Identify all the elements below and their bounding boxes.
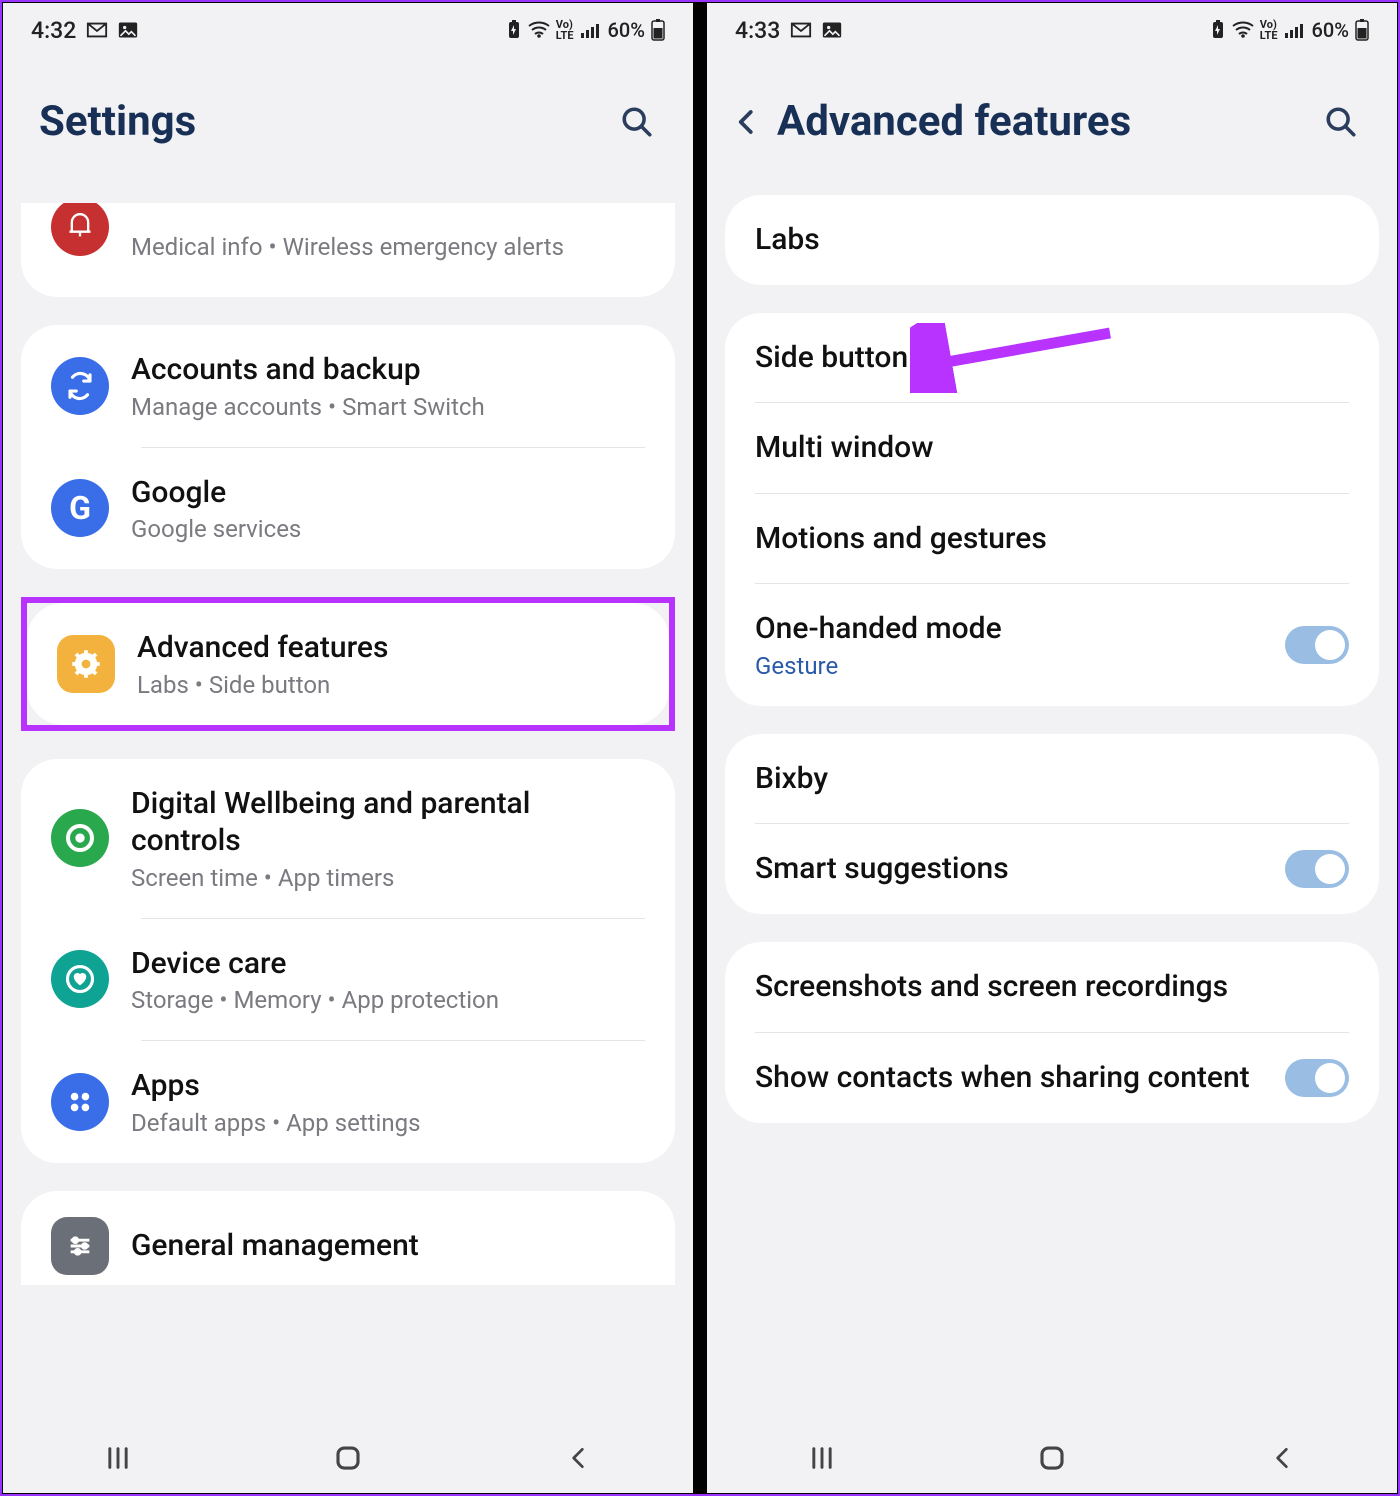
settings-item-digital-wellbeing[interactable]: Digital Wellbeing and parental controls …	[21, 759, 675, 918]
adv-item-side-button[interactable]: Side button	[725, 313, 1379, 403]
phone-right: 4:33 Vo)LTE 60%	[706, 2, 1398, 1494]
settings-card-general-partial[interactable]: General management	[21, 1191, 675, 1285]
picture-icon	[822, 21, 842, 39]
adv-card-labs: Labs	[725, 195, 1379, 285]
picture-icon	[118, 21, 138, 39]
adv-item-title: Screenshots and screen recordings	[755, 968, 1349, 1006]
gmail-icon	[86, 21, 108, 39]
adv-item-motions-gestures[interactable]: Motions and gestures	[725, 494, 1379, 584]
search-button[interactable]	[1321, 102, 1361, 142]
settings-item-title: Device care	[131, 945, 645, 983]
battery-icon	[1355, 19, 1369, 41]
nav-back[interactable]	[508, 1444, 648, 1472]
wifi-icon	[1232, 21, 1254, 39]
search-button[interactable]	[617, 102, 657, 142]
adv-item-subtitle: Gesture	[755, 652, 1263, 680]
settings-item-google[interactable]: G Google Google services	[21, 448, 675, 570]
settings-card-safety-partial[interactable]: Medical info • Wireless emergency alerts	[21, 203, 675, 297]
annotation-highlight: Advanced features Labs • Side button	[21, 597, 675, 731]
google-icon: G	[51, 479, 109, 537]
settings-item-subtitle: Labs • Side button	[137, 671, 639, 699]
settings-item-subtitle: Default apps • App settings	[131, 1109, 645, 1137]
battery-percent: 60%	[1312, 18, 1349, 42]
titlebar: Advanced features	[707, 57, 1397, 188]
settings-item-advanced-features[interactable]: Advanced features Labs • Side button	[27, 603, 669, 725]
safety-icon	[51, 203, 109, 256]
navbar	[707, 1423, 1397, 1493]
adv-card-screenshots: Screenshots and screen recordings Show c…	[725, 942, 1379, 1123]
settings-item-title: Accounts and backup	[131, 351, 645, 389]
settings-item-title: General management	[131, 1227, 645, 1265]
nav-back[interactable]	[1212, 1444, 1352, 1472]
wifi-icon	[528, 21, 550, 39]
nav-recents[interactable]	[752, 1444, 892, 1472]
page-title: Advanced features	[777, 97, 1321, 146]
settings-item-apps[interactable]: Apps Default apps • App settings	[21, 1041, 675, 1163]
settings-item-subtitle: Screen time • App timers	[131, 864, 645, 892]
adv-item-title: Multi window	[755, 429, 1349, 467]
status-bar: 4:33 Vo)LTE 60%	[707, 3, 1397, 57]
sliders-icon	[51, 1217, 109, 1275]
adv-item-title: One-handed mode	[755, 610, 1263, 648]
gmail-icon	[790, 21, 812, 39]
nav-home[interactable]	[278, 1443, 418, 1473]
sync-icon	[51, 357, 109, 415]
settings-item-device-care[interactable]: Device care Storage • Memory • App prote…	[21, 919, 675, 1041]
apps-grid-icon	[51, 1073, 109, 1131]
nav-home[interactable]	[982, 1443, 1122, 1473]
adv-item-bixby[interactable]: Bixby	[725, 734, 1379, 824]
volte-icon: Vo)LTE	[556, 19, 574, 41]
adv-item-title: Side button	[755, 339, 1349, 377]
settings-item-subtitle: Storage • Memory • App protection	[131, 986, 645, 1014]
status-bar: 4:32 Vo)LTE 60%	[3, 3, 693, 57]
settings-item-title: Digital Wellbeing and parental controls	[131, 785, 645, 860]
settings-item-title: Apps	[131, 1067, 645, 1105]
titlebar: Settings	[3, 57, 693, 188]
navbar	[3, 1423, 693, 1493]
battery-icon	[651, 19, 665, 41]
toggle-one-handed[interactable]	[1285, 626, 1349, 664]
status-time: 4:32	[31, 17, 76, 44]
target-dot-icon	[51, 809, 109, 867]
adv-card-bixby: Bixby Smart suggestions	[725, 734, 1379, 915]
settings-item-subtitle: Manage accounts • Smart Switch	[131, 393, 645, 421]
adv-item-screenshots-recordings[interactable]: Screenshots and screen recordings	[725, 942, 1379, 1032]
settings-card-device: Digital Wellbeing and parental controls …	[21, 759, 675, 1163]
adv-card-interaction: Side button Multi window Motions and ges…	[725, 313, 1379, 706]
adv-item-title: Labs	[755, 221, 1349, 259]
status-time: 4:33	[735, 17, 780, 44]
settings-card-accounts: Accounts and backup Manage accounts • Sm…	[21, 325, 675, 569]
toggle-show-contacts[interactable]	[1285, 1059, 1349, 1097]
adv-item-title: Motions and gestures	[755, 520, 1349, 558]
battery-saver-icon	[506, 20, 522, 40]
settings-item-title: Google	[131, 474, 645, 512]
adv-item-smart-suggestions[interactable]: Smart suggestions	[725, 824, 1379, 914]
signal-icon	[580, 21, 602, 39]
settings-item-subtitle: Google services	[131, 515, 645, 543]
settings-item-title: Advanced features	[137, 629, 639, 667]
volte-icon: Vo)LTE	[1260, 19, 1278, 41]
heart-circle-icon	[51, 950, 109, 1008]
battery-saver-icon	[1210, 20, 1226, 40]
adv-item-multi-window[interactable]: Multi window	[725, 403, 1379, 493]
page-title: Settings	[39, 97, 617, 146]
settings-item-accounts-backup[interactable]: Accounts and backup Manage accounts • Sm…	[21, 325, 675, 447]
gear-filled-icon	[57, 635, 115, 693]
adv-item-labs[interactable]: Labs	[725, 195, 1379, 285]
battery-percent: 60%	[608, 18, 645, 42]
signal-icon	[1284, 21, 1306, 39]
adv-item-one-handed[interactable]: One-handed mode Gesture	[725, 584, 1379, 706]
toggle-smart-suggestions[interactable]	[1285, 850, 1349, 888]
adv-item-title: Smart suggestions	[755, 850, 1263, 888]
phone-left: 4:32 Vo)LTE 60%	[2, 2, 694, 1494]
adv-item-title: Show contacts when sharing content	[755, 1059, 1263, 1097]
back-button[interactable]	[727, 102, 767, 142]
adv-item-show-contacts-sharing[interactable]: Show contacts when sharing content	[725, 1033, 1379, 1123]
adv-item-title: Bixby	[755, 760, 1349, 798]
nav-recents[interactable]	[48, 1444, 188, 1472]
settings-item-subtitle: Medical info • Wireless emergency alerts	[131, 233, 645, 261]
